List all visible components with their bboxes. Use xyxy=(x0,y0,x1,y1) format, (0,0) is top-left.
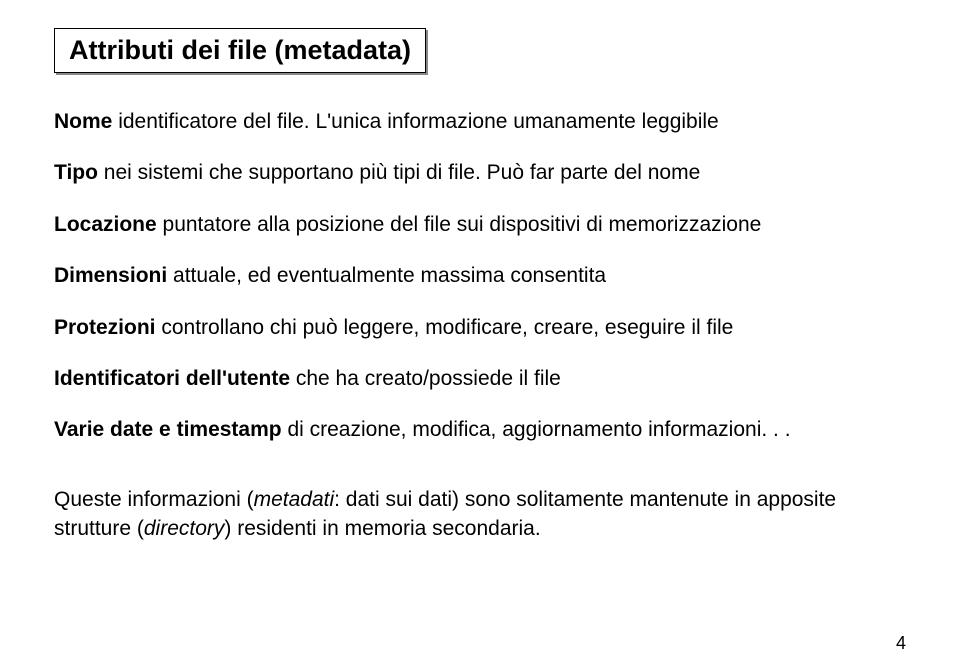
attr-label: Locazione xyxy=(54,213,157,236)
attr-nome: Nome identificatore del file. L'unica in… xyxy=(54,107,906,136)
footer-italic-metadati: metadati xyxy=(254,488,335,511)
footer-text-a: Queste informazioni ( xyxy=(54,488,254,511)
attr-dimensioni: Dimensioni attuale, ed eventualmente mas… xyxy=(54,261,906,290)
attr-text: controllano chi può leggere, modificare,… xyxy=(156,316,734,339)
attr-text: puntatore alla posizione del file sui di… xyxy=(157,213,762,236)
page-number: 4 xyxy=(896,633,906,654)
footer-text-c: ) residenti in memoria secondaria. xyxy=(224,517,540,540)
attr-label: Nome xyxy=(54,110,112,133)
attr-text: che ha creato/possiede il file xyxy=(290,367,561,390)
attr-label: Varie date e timestamp xyxy=(54,418,282,441)
attr-date: Varie date e timestamp di creazione, mod… xyxy=(54,415,906,444)
attr-label: Protezioni xyxy=(54,316,156,339)
attr-locazione: Locazione puntatore alla posizione del f… xyxy=(54,210,906,239)
attr-text: identificatore del file. L'unica informa… xyxy=(112,110,718,133)
attr-text: di creazione, modifica, aggiornamento in… xyxy=(282,418,791,441)
footer-note: Queste informazioni (metadati: dati sui … xyxy=(54,485,906,544)
attr-label: Dimensioni xyxy=(54,264,167,287)
attr-text: nei sistemi che supportano più tipi di f… xyxy=(98,161,700,184)
page-title: Attributi dei file (metadata) xyxy=(69,35,411,65)
attr-label: Tipo xyxy=(54,161,98,184)
attr-text: attuale, ed eventualmente massima consen… xyxy=(167,264,606,287)
attr-protezioni: Protezioni controllano chi può leggere, … xyxy=(54,313,906,342)
page-title-box: Attributi dei file (metadata) xyxy=(54,28,426,73)
attr-label: Identificatori dell'utente xyxy=(54,367,290,390)
attr-tipo: Tipo nei sistemi che supportano più tipi… xyxy=(54,158,906,187)
footer-italic-directory: directory xyxy=(144,517,225,540)
attr-identificatori: Identificatori dell'utente che ha creato… xyxy=(54,364,906,393)
document-page: Attributi dei file (metadata) Nome ident… xyxy=(0,0,960,544)
